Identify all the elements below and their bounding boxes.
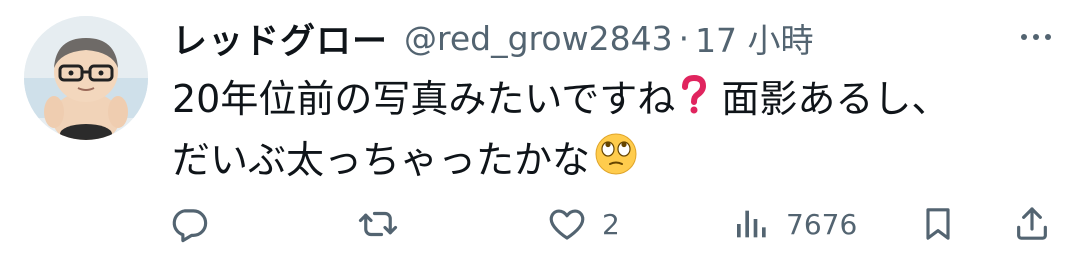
- views-button[interactable]: 7676: [732, 196, 857, 252]
- reply-button[interactable]: [168, 196, 224, 252]
- retweet-button[interactable]: [356, 196, 414, 252]
- share-button[interactable]: [1012, 196, 1052, 252]
- tweet-text-line-2: だいぶ太っちゃったかな: [172, 131, 1052, 193]
- separator-dot: ·: [678, 18, 690, 58]
- views-count: 7676: [786, 207, 858, 241]
- heart-icon: [549, 209, 585, 240]
- tweet-text-part-2: 面影あるし、: [721, 77, 950, 121]
- user-handle[interactable]: @red_grow2843: [404, 19, 673, 58]
- tweet-text-part-3: だいぶ太っちゃったかな: [172, 137, 591, 182]
- tweet-text: 20年位前の写真みたいですね 面影あるし、 だいぶ太っちゃったかな: [172, 70, 1052, 192]
- more-options-button[interactable]: [1018, 22, 1054, 52]
- tweet-text-line-1: 20年位前の写真みたいですね 面影あるし、: [172, 70, 1052, 131]
- tweet-text-part-1: 20年位前の写真みたいですね: [172, 77, 676, 121]
- tweet-header: レッドグロー @red_grow2843 · 17 小時: [172, 10, 814, 66]
- face-with-rolling-eyes-icon: [594, 132, 638, 192]
- retweet-icon: [358, 211, 398, 237]
- tweet-actions: 2 7676: [0, 196, 1080, 252]
- more-dots-icon: [1021, 34, 1051, 40]
- timestamp[interactable]: 17 小時: [695, 14, 813, 62]
- bookmark-icon: [926, 208, 950, 240]
- share-icon: [1017, 207, 1047, 240]
- avatar-figure-icon: [24, 16, 148, 140]
- avatar[interactable]: [24, 16, 148, 140]
- like-count: 2: [602, 207, 620, 241]
- bookmark-button[interactable]: [918, 196, 958, 252]
- red-question-mark-icon: [679, 73, 709, 131]
- reply-icon: [172, 209, 208, 243]
- views-chart-icon: [737, 210, 766, 238]
- display-name[interactable]: レッドグロー: [172, 13, 388, 64]
- like-button[interactable]: 2: [546, 196, 620, 252]
